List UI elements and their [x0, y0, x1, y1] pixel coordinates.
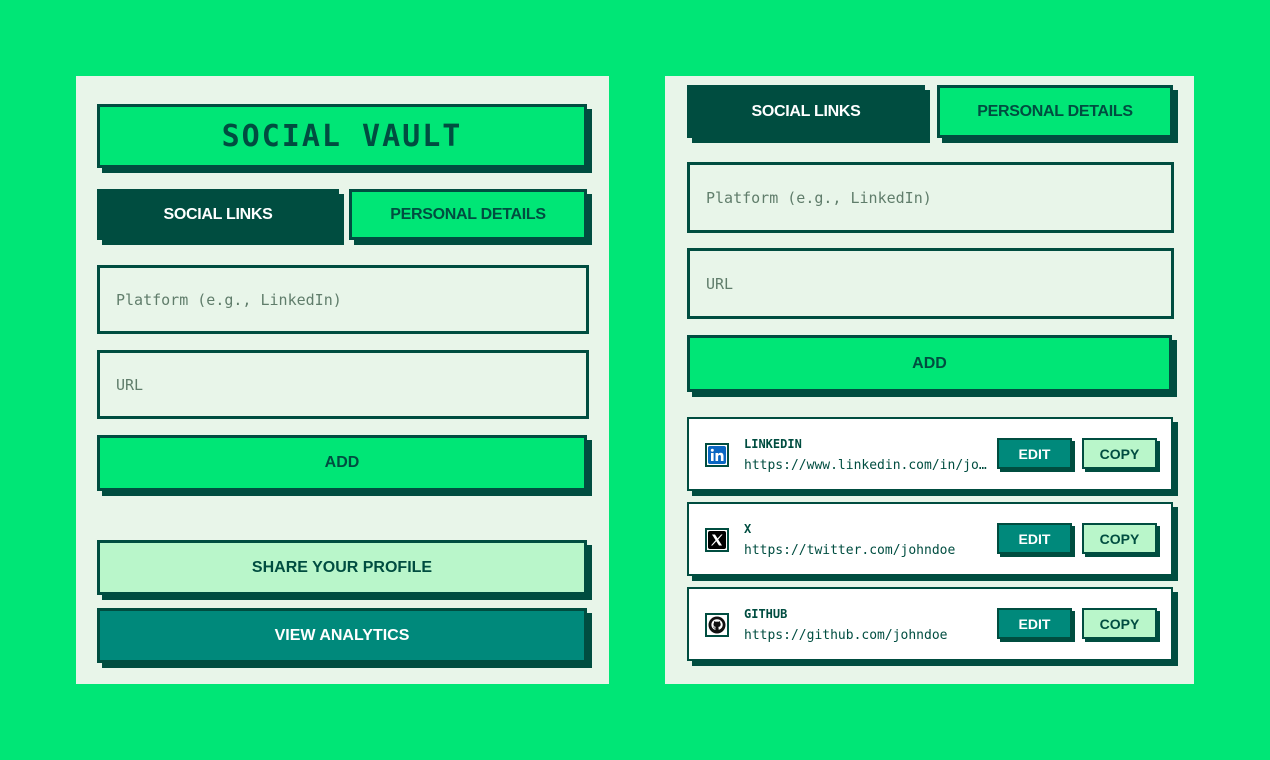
x-icon — [705, 528, 729, 552]
link-card-linkedin: LINKEDIN https://www.linkedin.com/in/joh… — [687, 417, 1173, 491]
link-platform-name: X — [744, 522, 752, 536]
url-input[interactable]: URL — [97, 350, 589, 419]
link-card-x: X https://twitter.com/johndoe EDIT COPY — [687, 502, 1173, 576]
copy-button[interactable]: COPY — [1082, 438, 1157, 469]
view-analytics-button[interactable]: VIEW ANALYTICS — [97, 608, 587, 663]
link-platform-name: GITHUB — [744, 607, 788, 621]
tab-personal-details[interactable]: PERSONAL DETAILS — [937, 85, 1173, 138]
url-input-placeholder: URL — [116, 375, 144, 394]
edit-button[interactable]: EDIT — [997, 438, 1072, 469]
link-url: https://www.linkedin.com/in/johndoe — [744, 458, 988, 473]
edit-button[interactable]: EDIT — [997, 608, 1072, 639]
link-url: https://twitter.com/johndoe — [744, 543, 956, 558]
linkedin-icon — [705, 443, 729, 467]
main-panel: SOCIAL VAULT SOCIAL LINKS PERSONAL DETAI… — [76, 76, 609, 684]
app-title: SOCIAL VAULT — [97, 104, 587, 168]
url-input[interactable]: URL — [687, 248, 1174, 319]
add-button[interactable]: ADD — [97, 435, 587, 491]
share-profile-button[interactable]: SHARE YOUR PROFILE — [97, 540, 587, 595]
tab-social-links[interactable]: SOCIAL LINKS — [97, 189, 339, 240]
link-url: https://github.com/johndoe — [744, 628, 948, 643]
tab-social-links[interactable]: SOCIAL LINKS — [687, 85, 925, 138]
url-input-placeholder: URL — [706, 274, 734, 293]
github-icon — [705, 613, 729, 637]
platform-input[interactable]: Platform (e.g., LinkedIn) — [97, 265, 589, 334]
copy-button[interactable]: COPY — [1082, 608, 1157, 639]
add-button[interactable]: ADD — [687, 335, 1172, 392]
platform-input[interactable]: Platform (e.g., LinkedIn) — [687, 162, 1174, 233]
edit-button[interactable]: EDIT — [997, 523, 1072, 554]
copy-button[interactable]: COPY — [1082, 523, 1157, 554]
link-platform-name: LINKEDIN — [744, 437, 802, 451]
links-panel: SOCIAL LINKS PERSONAL DETAILS Platform (… — [665, 76, 1194, 684]
platform-input-placeholder: Platform (e.g., LinkedIn) — [116, 290, 342, 309]
link-card-github: GITHUB https://github.com/johndoe EDIT C… — [687, 587, 1173, 661]
platform-input-placeholder: Platform (e.g., LinkedIn) — [706, 188, 932, 207]
tab-personal-details[interactable]: PERSONAL DETAILS — [349, 189, 587, 240]
